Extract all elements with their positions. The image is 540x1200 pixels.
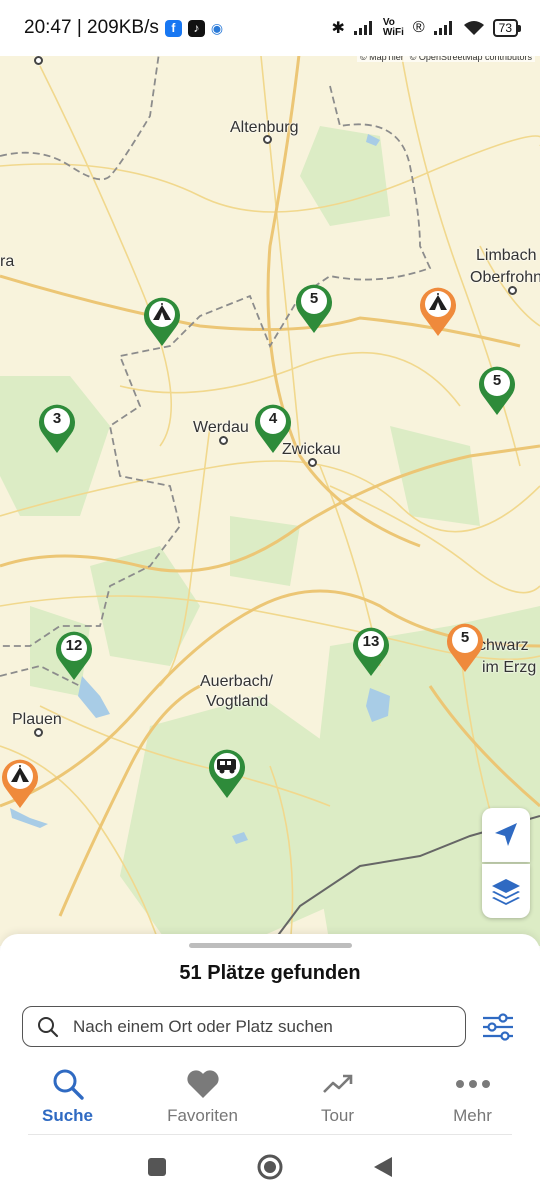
more-icon (455, 1080, 490, 1088)
battery-indicator: 73 (492, 19, 522, 37)
layers-icon (492, 879, 520, 905)
bottom-tab-bar: Suche Favoriten Tour Mehr (0, 1062, 540, 1138)
tent-icon (11, 765, 29, 782)
back-triangle-icon (374, 1157, 393, 1177)
square-icon (147, 1158, 166, 1176)
place-label-auerbach-1: Auerbach/ (200, 673, 273, 690)
tab-suche[interactable]: Suche (0, 1062, 135, 1138)
tab-mehr[interactable]: Mehr (405, 1062, 540, 1138)
search-icon (53, 1069, 84, 1100)
heart-icon (186, 1070, 219, 1098)
marker-pin[interactable]: 3 (35, 399, 79, 455)
city-dot (508, 286, 517, 295)
marker-pin[interactable]: 4 (251, 399, 295, 455)
filter-button[interactable] (480, 1010, 516, 1044)
tent-icon (153, 303, 171, 320)
marker-count: 5 (492, 372, 502, 389)
facebook-icon: f (164, 19, 182, 37)
system-nav-bar (0, 1134, 540, 1200)
navigation-arrow-icon (495, 823, 517, 846)
map-base (0, 46, 540, 946)
place-label-limbach: Limbach (476, 247, 537, 264)
place-label-altenburg: Altenburg (230, 119, 299, 136)
marker-count: 13 (362, 633, 380, 650)
back-button[interactable] (369, 1153, 397, 1181)
marker-count: 4 (268, 410, 278, 427)
vowifi-label: Vo WiFi (382, 17, 404, 38)
place-label-schwarz-2: im Erzg (482, 659, 537, 676)
marker-count: 5 (460, 629, 470, 646)
place-label-plauen: Plauen (12, 711, 62, 728)
camper-icon (217, 759, 236, 774)
status-bar: 20:47 | 209KB/s f ♪ ◉ ✱ Vo WiFi ® 73 (0, 0, 540, 56)
place-label-auerbach-2: Vogtland (206, 693, 269, 710)
marker-pin[interactable]: 13 (349, 622, 393, 678)
search-input[interactable] (73, 1016, 443, 1037)
tab-label: Mehr (453, 1106, 492, 1125)
tab-label: Tour (320, 1106, 355, 1125)
marker-count: 3 (52, 410, 62, 427)
signal-icon (353, 21, 372, 35)
tab-tour[interactable]: Tour (270, 1062, 405, 1138)
city-dot (34, 728, 43, 737)
marker-count: 5 (309, 290, 319, 307)
home-button[interactable] (256, 1153, 284, 1181)
tent-icon (429, 293, 447, 310)
marker-pin-tent[interactable] (0, 754, 42, 810)
search-field[interactable] (22, 1006, 466, 1047)
marker-pin-tent[interactable] (140, 292, 184, 348)
filter-sliders-icon (483, 1013, 513, 1041)
tab-label: Favoriten (167, 1106, 238, 1125)
map-view[interactable]: © MapTiler © OpenStreetMap contributors … (0, 46, 540, 946)
app-notification-icon: ◉ (210, 19, 224, 36)
wifi-icon (463, 21, 484, 35)
city-dot (263, 135, 272, 144)
tab-label: Suche (41, 1106, 94, 1125)
recents-button[interactable] (143, 1153, 171, 1181)
marker-pin[interactable]: 12 (52, 626, 96, 682)
place-label-oberfrohna: Oberfrohn (470, 269, 540, 286)
locate-me-button[interactable] (482, 808, 530, 862)
search-icon (38, 1016, 59, 1037)
trend-icon (322, 1074, 352, 1093)
bluetooth-icon: ✱ (331, 20, 345, 37)
marker-pin[interactable]: 5 (475, 361, 519, 417)
sheet-drag-handle[interactable] (189, 943, 352, 948)
marker-pin-tent[interactable] (416, 282, 460, 338)
marker-pin[interactable]: 5 (292, 279, 336, 335)
status-time: 20:47 | 209KB/s (24, 17, 159, 38)
roaming-icon: ® (412, 19, 425, 36)
marker-pin-camper[interactable] (205, 744, 249, 800)
signal-2-icon (433, 21, 452, 35)
city-dot (308, 458, 317, 467)
map-layers-button[interactable] (482, 864, 530, 918)
city-dot (34, 56, 43, 65)
tiktok-icon: ♪ (187, 19, 205, 37)
place-label-werdau: Werdau (193, 419, 249, 436)
place-label-ra: ra (0, 253, 15, 270)
tab-favoriten[interactable]: Favoriten (135, 1062, 270, 1138)
city-dot (219, 436, 228, 445)
result-count: 51 Plätze gefunden (179, 962, 361, 984)
circle-icon (257, 1154, 283, 1180)
marker-pin[interactable]: 5 (443, 618, 487, 674)
marker-count: 12 (65, 637, 83, 654)
